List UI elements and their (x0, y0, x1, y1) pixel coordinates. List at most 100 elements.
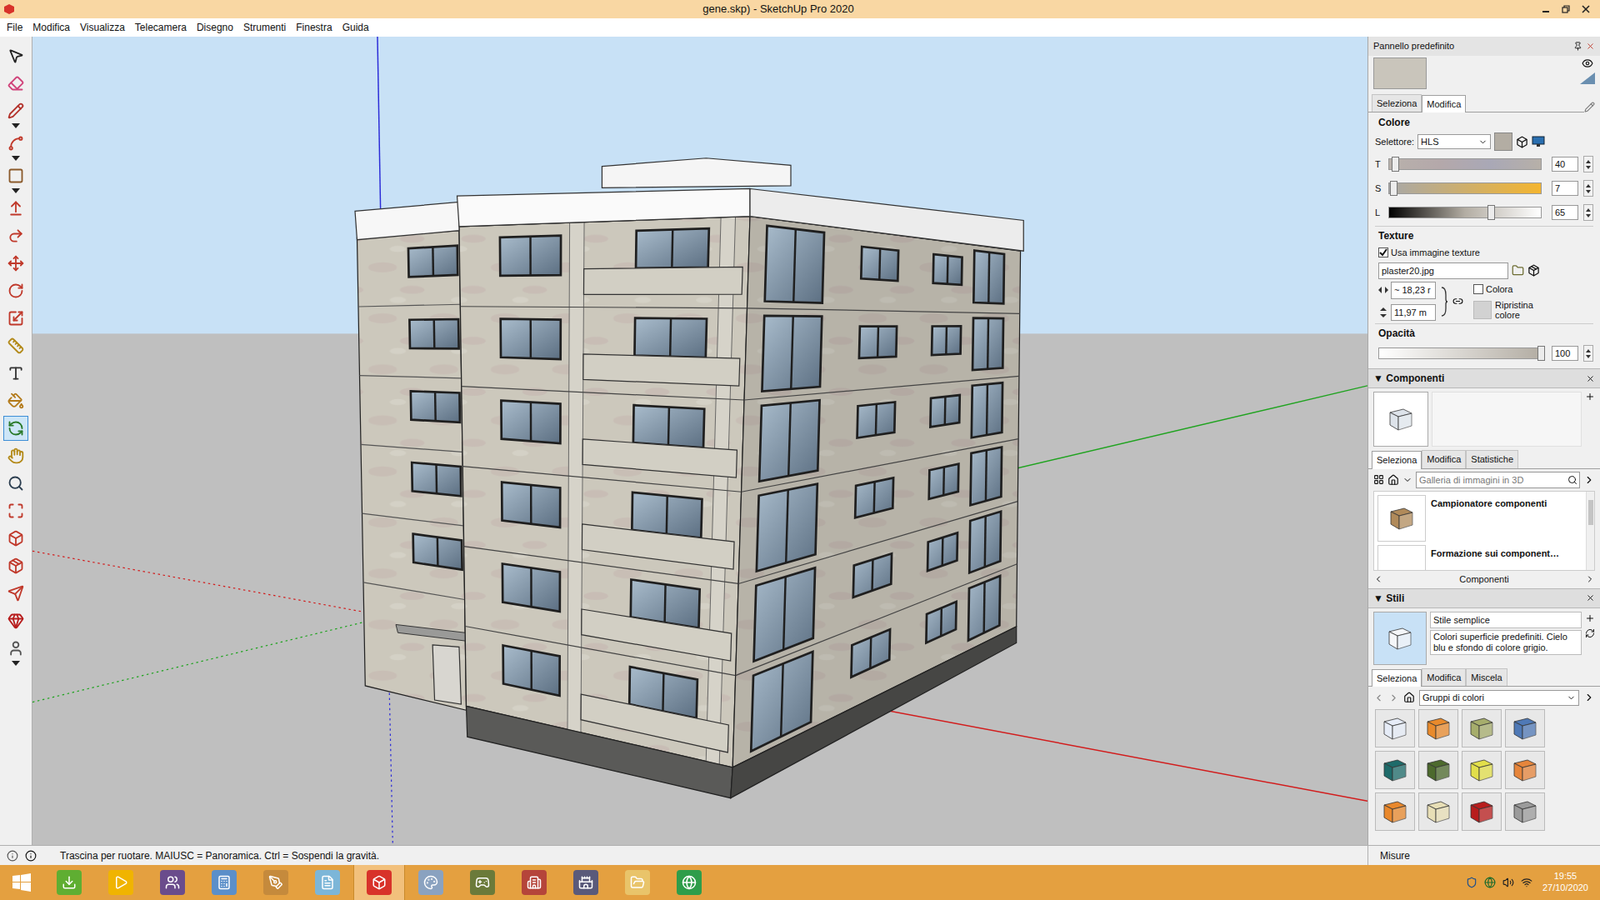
details-arrow-icon[interactable] (1583, 691, 1595, 704)
tab[interactable]: Modifica (1421, 95, 1466, 114)
tab[interactable]: Seleziona (1371, 450, 1422, 470)
close-icon[interactable] (1581, 5, 1590, 14)
slider-track[interactable] (1378, 347, 1542, 360)
style-swatch[interactable] (1505, 792, 1545, 831)
details-icon[interactable] (1585, 391, 1595, 402)
tape-tool[interactable] (3, 333, 29, 359)
scrollbar[interactable] (1585, 491, 1595, 570)
taskbar-app[interactable] (405, 865, 457, 900)
style-swatch[interactable] (1505, 709, 1545, 748)
zoom-tool[interactable] (3, 470, 29, 496)
dropdown-arrow-icon[interactable] (11, 155, 20, 161)
instructor-icon[interactable] (25, 850, 37, 862)
height-field[interactable]: 11,97 m (1390, 304, 1436, 322)
styles-header[interactable]: ▼ Stili (1368, 588, 1600, 609)
pencil-icon[interactable] (1584, 101, 1595, 113)
style-swatch[interactable] (1461, 792, 1502, 831)
taskbar-app[interactable] (43, 865, 95, 900)
view-options-icon[interactable] (1373, 474, 1385, 485)
use-texture-checkbox[interactable] (1378, 247, 1389, 258)
style-swatch[interactable] (1375, 792, 1415, 831)
pin-icon[interactable] (1573, 41, 1583, 51)
update-style-icon[interactable] (1585, 628, 1595, 639)
forward-icon[interactable] (1388, 692, 1400, 704)
tab[interactable]: Miscela (1465, 668, 1507, 687)
menu-item[interactable]: Finestra (290, 20, 337, 35)
edit-texture-icon[interactable] (1527, 264, 1540, 277)
minimize-icon[interactable] (1541, 5, 1550, 14)
eye-icon[interactable] (1581, 57, 1594, 70)
sample-paint-icon[interactable] (1515, 135, 1529, 149)
reset-color-swatch[interactable] (1473, 300, 1492, 320)
forward-icon[interactable] (1585, 574, 1595, 585)
extents-tool[interactable] (3, 498, 29, 524)
style-swatch[interactable] (1418, 750, 1459, 790)
menu-item[interactable]: Modifica (27, 20, 75, 35)
style-description[interactable]: Colori superficie predefiniti. Cielo blu… (1430, 630, 1582, 655)
paint-tool[interactable] (3, 388, 29, 414)
value-field[interactable]: 40 (1551, 156, 1579, 173)
clock[interactable]: 19:5527/10/2020 (1539, 870, 1592, 895)
style-swatch[interactable] (1375, 750, 1415, 790)
sample-icon[interactable] (1580, 72, 1595, 85)
menu-item[interactable]: Guida (337, 20, 375, 35)
shield-icon[interactable] (1465, 876, 1478, 889)
color-swatch[interactable] (1494, 132, 1513, 151)
text-tool[interactable] (3, 360, 29, 386)
rotate-tool[interactable] (3, 278, 29, 304)
value-field[interactable]: 65 (1551, 205, 1579, 221)
slider-thumb[interactable] (1390, 180, 1398, 196)
menu-item[interactable]: Strumenti (238, 20, 291, 35)
home-icon[interactable] (1387, 474, 1400, 486)
ruby-tool[interactable] (3, 608, 29, 634)
select-tool[interactable] (3, 43, 29, 69)
style-swatch[interactable] (1375, 709, 1415, 748)
components-header[interactable]: ▼ Componenti (1368, 368, 1600, 389)
tab[interactable]: Seleziona (1371, 94, 1422, 113)
component-item[interactable]: Campionatore componenti (1377, 495, 1583, 542)
extensions-tool[interactable] (3, 553, 29, 579)
create-style-icon[interactable] (1585, 613, 1595, 624)
taskbar-app[interactable] (508, 865, 560, 900)
info-icon[interactable] (6, 850, 19, 862)
tab[interactable]: Modifica (1421, 450, 1466, 469)
tab[interactable]: Modifica (1421, 668, 1466, 687)
send-tool[interactable] (3, 580, 29, 606)
close-icon[interactable] (1585, 374, 1595, 384)
menu-item[interactable]: Visualizza (75, 20, 130, 35)
style-swatch[interactable] (1418, 709, 1459, 748)
home-icon[interactable] (1403, 691, 1415, 704)
style-name-field[interactable]: Stile semplice (1430, 611, 1582, 630)
spinner[interactable] (1583, 180, 1594, 197)
slider-thumb[interactable] (1537, 345, 1545, 361)
colorize-checkbox[interactable] (1473, 284, 1484, 295)
spinner[interactable] (1583, 345, 1594, 362)
taskbar-app[interactable] (560, 865, 612, 900)
lock-aspect-icon[interactable] (1452, 295, 1464, 307)
component-item[interactable]: Formazione sui component… (1377, 545, 1583, 571)
taskbar-app[interactable] (95, 865, 147, 900)
dropdown-arrow-icon[interactable] (11, 188, 20, 194)
style-swatch[interactable] (1418, 792, 1459, 831)
back-icon[interactable] (1373, 692, 1385, 704)
picker-select[interactable]: HLS (1417, 134, 1491, 150)
account-tool[interactable] (3, 635, 29, 661)
folder-icon[interactable] (1511, 264, 1525, 277)
rectangle-tool[interactable] (3, 163, 29, 189)
style-swatch[interactable] (1461, 709, 1502, 748)
texture-file-field[interactable]: plaster20.jpg (1378, 262, 1509, 280)
warehouse-tool[interactable] (3, 525, 29, 551)
spinner[interactable] (1583, 204, 1594, 221)
taskbar-app[interactable] (146, 865, 199, 900)
arrow-right-icon[interactable] (1583, 474, 1595, 486)
screen-sample-icon[interactable] (1531, 135, 1545, 148)
value-field[interactable]: 100 (1551, 345, 1579, 362)
style-swatch[interactable] (1505, 750, 1545, 790)
measurements-box[interactable]: Misure (1367, 845, 1600, 865)
width-field[interactable]: ~ 18,23 r (1390, 281, 1436, 300)
search-field[interactable] (1416, 472, 1568, 489)
close-icon[interactable] (1585, 41, 1595, 51)
menu-item[interactable]: Telecamera (130, 20, 192, 35)
slider-track[interactable] (1388, 182, 1542, 195)
taskbar-app[interactable] (198, 865, 250, 900)
